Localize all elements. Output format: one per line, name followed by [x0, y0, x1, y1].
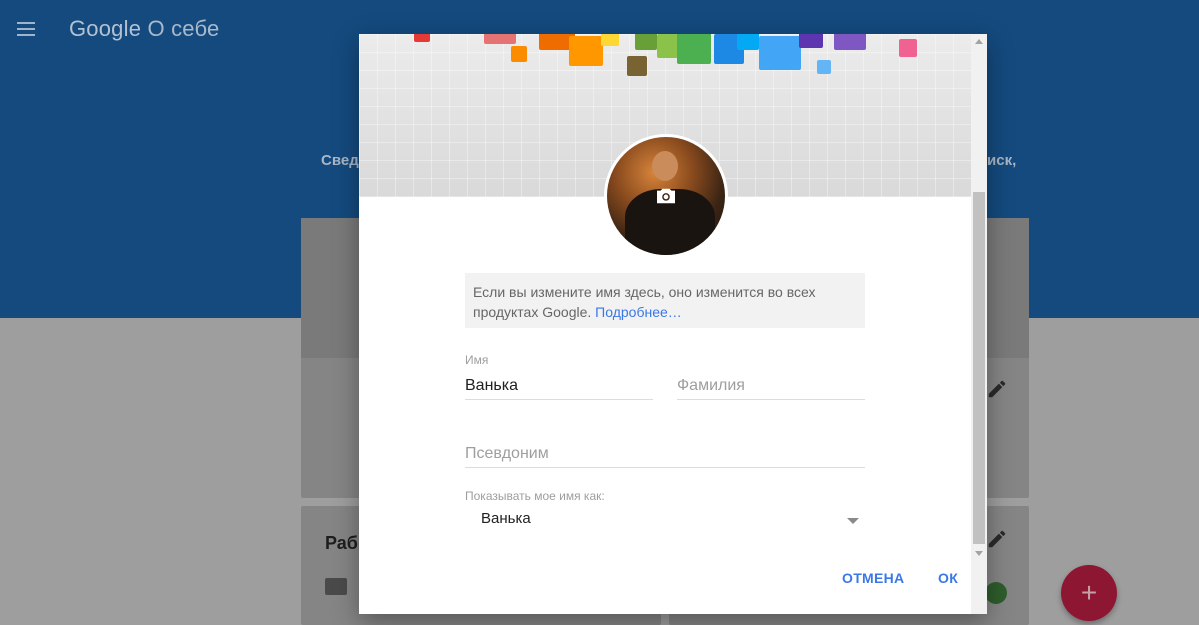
scrollbar-thumb[interactable] [973, 192, 985, 544]
globe-icon [985, 582, 1007, 604]
dropdown-arrow-icon[interactable] [847, 518, 859, 524]
first-name-input[interactable]: Ванька [465, 372, 653, 400]
name-change-notice: Если вы измените имя здесь, оно изменитс… [465, 273, 865, 328]
dialog-scrollbar[interactable] [971, 34, 987, 614]
last-name-input[interactable]: Фамилия [677, 372, 865, 400]
cancel-button[interactable]: ОТМЕНА [842, 570, 904, 586]
camera-icon[interactable] [655, 187, 677, 205]
edit-pencil-icon[interactable] [986, 378, 1010, 402]
ok-button[interactable]: ОК [938, 570, 958, 586]
edit-pencil-icon[interactable] [986, 528, 1010, 552]
scroll-up-arrow-icon[interactable] [975, 39, 983, 44]
mail-icon [325, 578, 347, 595]
add-fab-button[interactable]: + [1061, 565, 1117, 621]
app-title: Google О себе [69, 16, 219, 42]
hero-text-left: Свед [321, 152, 359, 169]
display-as-value[interactable]: Ванька [481, 510, 531, 527]
learn-more-link[interactable]: Подробнее… [595, 304, 682, 320]
scroll-down-arrow-icon[interactable] [975, 551, 983, 556]
first-name-label: Имя [465, 353, 489, 367]
hamburger-menu-icon[interactable] [14, 18, 38, 42]
google-logo: Google [69, 16, 142, 41]
profile-photo-avatar[interactable] [604, 134, 728, 258]
display-as-label: Показывать мое имя как: [465, 489, 605, 503]
edit-name-dialog: Если вы измените имя здесь, оно изменитс… [359, 34, 987, 614]
work-card-title: Раб [325, 533, 358, 553]
section-title: О себе [147, 16, 220, 41]
nickname-input[interactable]: Псевдоним [465, 440, 865, 468]
hero-text-right: иск, [987, 152, 1017, 169]
